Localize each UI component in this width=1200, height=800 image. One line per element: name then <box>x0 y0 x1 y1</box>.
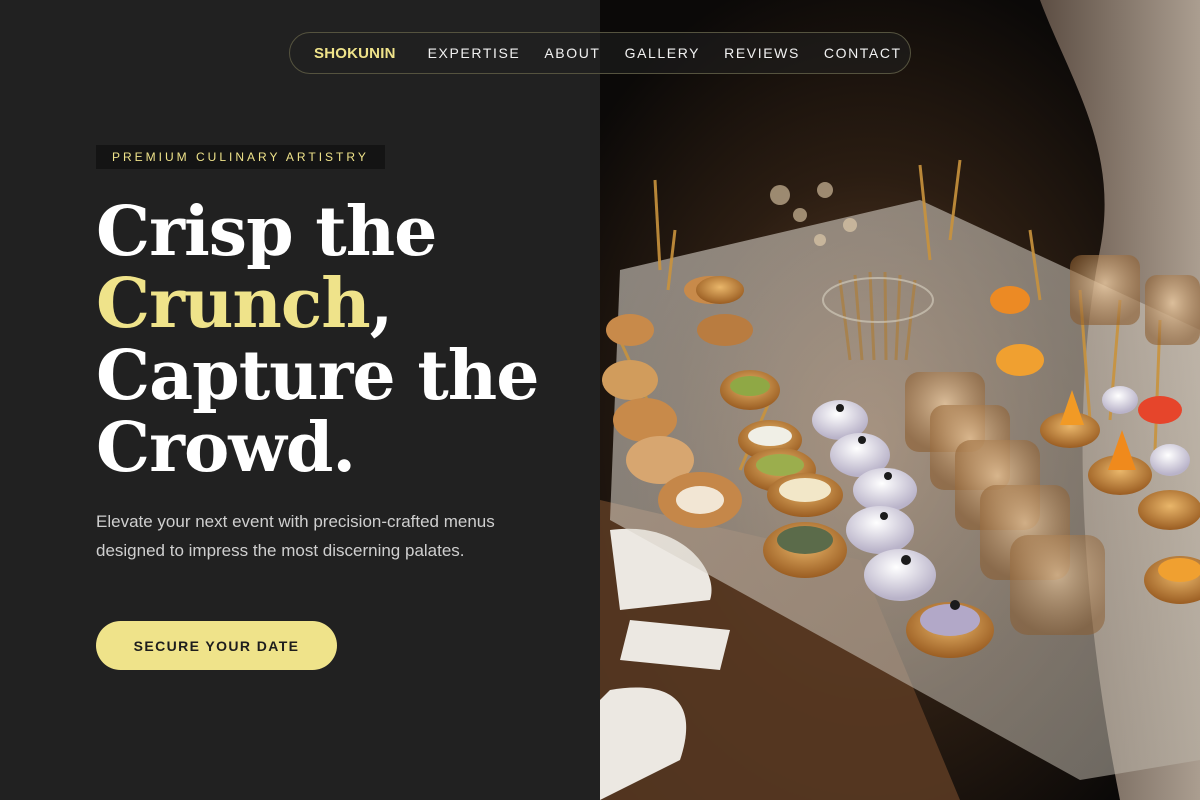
brand-logo[interactable]: SHOKUNIN <box>314 45 396 62</box>
nav-link-reviews[interactable]: REVIEWS <box>724 45 800 61</box>
tagline-badge: PREMIUM CULINARY ARTISTRY <box>96 145 385 169</box>
nav-link-about[interactable]: ABOUT <box>544 45 600 61</box>
hero-subtext: Elevate your next event with precision-c… <box>96 512 495 560</box>
headline-line4: Crowd. <box>96 408 356 488</box>
headline-line1: Crisp the <box>96 192 437 272</box>
top-nav: SHOKUNIN EXPERTISE ABOUT GALLERY REVIEWS… <box>289 32 911 74</box>
headline-accent: Crunch <box>96 264 371 344</box>
hero-headline: Crisp the Crunch, Capture the Crowd. <box>96 196 576 484</box>
hero-image <box>600 0 1200 800</box>
nav-link-expertise[interactable]: EXPERTISE <box>428 45 521 61</box>
headline-comma: , <box>369 264 394 344</box>
headline-line3: Capture the <box>96 336 539 416</box>
canapes-photo <box>600 0 1200 800</box>
nav-link-contact[interactable]: CONTACT <box>824 45 902 61</box>
nav-link-gallery[interactable]: GALLERY <box>625 45 701 61</box>
secure-date-button[interactable]: SECURE YOUR DATE <box>96 621 337 670</box>
